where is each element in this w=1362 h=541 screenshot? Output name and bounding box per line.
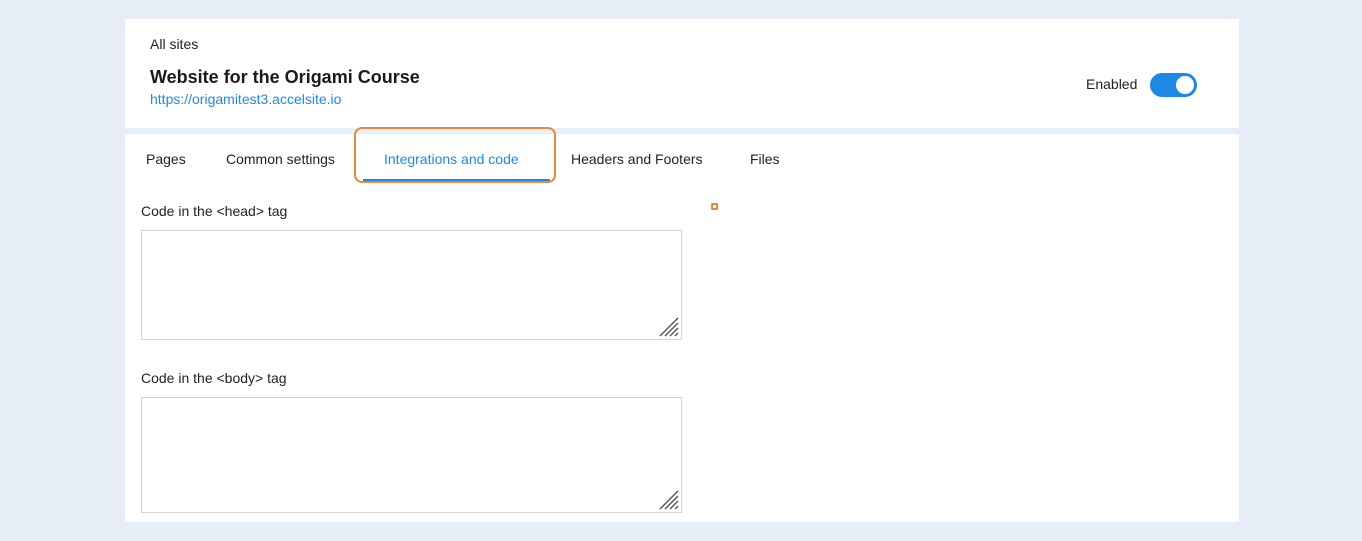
resize-handle-icon[interactable] [657, 488, 679, 510]
site-title: Website for the Origami Course [150, 67, 420, 87]
tab-integrations-and-code[interactable]: Integrations and code [384, 151, 519, 167]
settings-card: Pages Common settings Integrations and c… [125, 127, 1239, 522]
tab-pages[interactable]: Pages [146, 151, 186, 167]
head-code-textarea[interactable] [141, 230, 682, 340]
site-url-link[interactable]: https://origamitest3.accelsite.io [150, 91, 341, 107]
body-code-label: Code in the <body> tag [141, 370, 287, 386]
annotation-marker [711, 203, 718, 210]
site-header-card: All sites Website for the Origami Course… [125, 19, 1239, 128]
head-code-label: Code in the <head> tag [141, 203, 288, 219]
tab-headers-and-footers[interactable]: Headers and Footers [571, 151, 703, 167]
tab-files[interactable]: Files [750, 151, 780, 167]
toggle-knob [1176, 76, 1194, 94]
enabled-toggle[interactable] [1150, 73, 1197, 97]
breadcrumb-all-sites[interactable]: All sites [150, 36, 198, 52]
body-code-textarea[interactable] [141, 397, 682, 513]
tab-bar: Pages Common settings Integrations and c… [125, 127, 1239, 184]
tab-common-settings[interactable]: Common settings [226, 151, 335, 167]
enabled-label: Enabled [1086, 76, 1138, 92]
resize-handle-icon[interactable] [657, 315, 679, 337]
active-tab-indicator [363, 179, 550, 181]
